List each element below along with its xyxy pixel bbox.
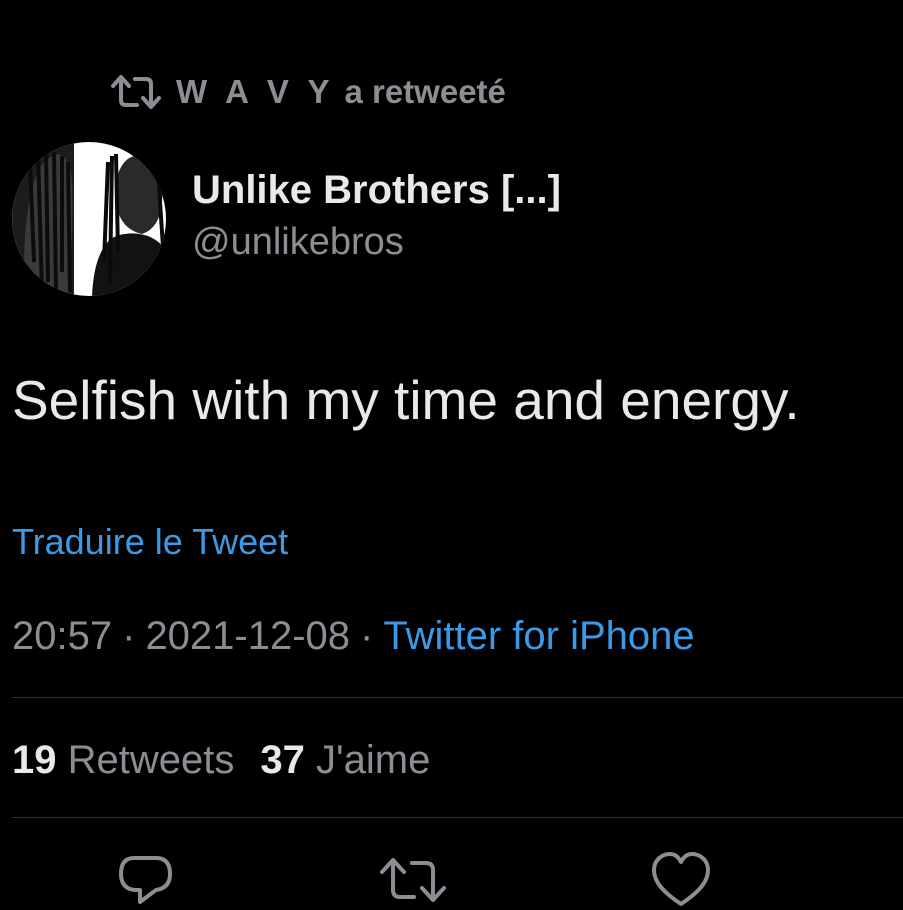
retweeter-name[interactable]: W A V Y <box>176 73 334 111</box>
tweet-source-link[interactable]: Twitter for iPhone <box>383 614 694 658</box>
display-name[interactable]: Unlike Brothers [...] <box>192 164 561 216</box>
likes-stat[interactable]: 37 J'aime <box>260 738 430 782</box>
tweet-actions <box>0 850 903 910</box>
tweet-stats: 19 Retweets 37 J'aime <box>12 734 430 786</box>
retweet-icon <box>110 72 162 112</box>
retweets-label: Retweets <box>67 738 235 782</box>
tweet-meta: 20:57 · 2021-12-08 · Twitter for iPhone <box>12 610 695 662</box>
author-names[interactable]: Unlike Brothers [...] @unlikebros <box>192 164 561 268</box>
retweets-stat[interactable]: 19 Retweets <box>12 738 234 782</box>
author-row[interactable]: Unlike Brothers [...] @unlikebros <box>12 142 561 296</box>
divider <box>12 817 903 818</box>
reply-icon <box>116 850 176 910</box>
like-icon <box>650 850 712 910</box>
retweet-context[interactable]: W A V Y a retweeté <box>110 70 506 114</box>
retweet-icon <box>378 850 448 910</box>
tweet-date[interactable]: 2021-12-08 <box>145 614 350 658</box>
retweet-button[interactable] <box>378 850 448 910</box>
retweet-context-suffix: a retweeté <box>344 73 506 110</box>
meta-separator: · <box>360 614 374 658</box>
likes-count: 37 <box>260 738 305 782</box>
tweet-time[interactable]: 20:57 <box>12 614 112 658</box>
avatar[interactable] <box>12 142 166 296</box>
divider <box>12 697 903 698</box>
tweet-text: Selfish with my time and energy. <box>12 369 800 431</box>
likes-label: J'aime <box>316 738 431 782</box>
like-button[interactable] <box>650 850 712 910</box>
translate-tweet-link[interactable]: Traduire le Tweet <box>12 518 288 566</box>
meta-separator: · <box>122 614 136 658</box>
retweets-count: 19 <box>12 738 57 782</box>
reply-button[interactable] <box>116 850 176 910</box>
handle[interactable]: @unlikebros <box>192 216 561 268</box>
